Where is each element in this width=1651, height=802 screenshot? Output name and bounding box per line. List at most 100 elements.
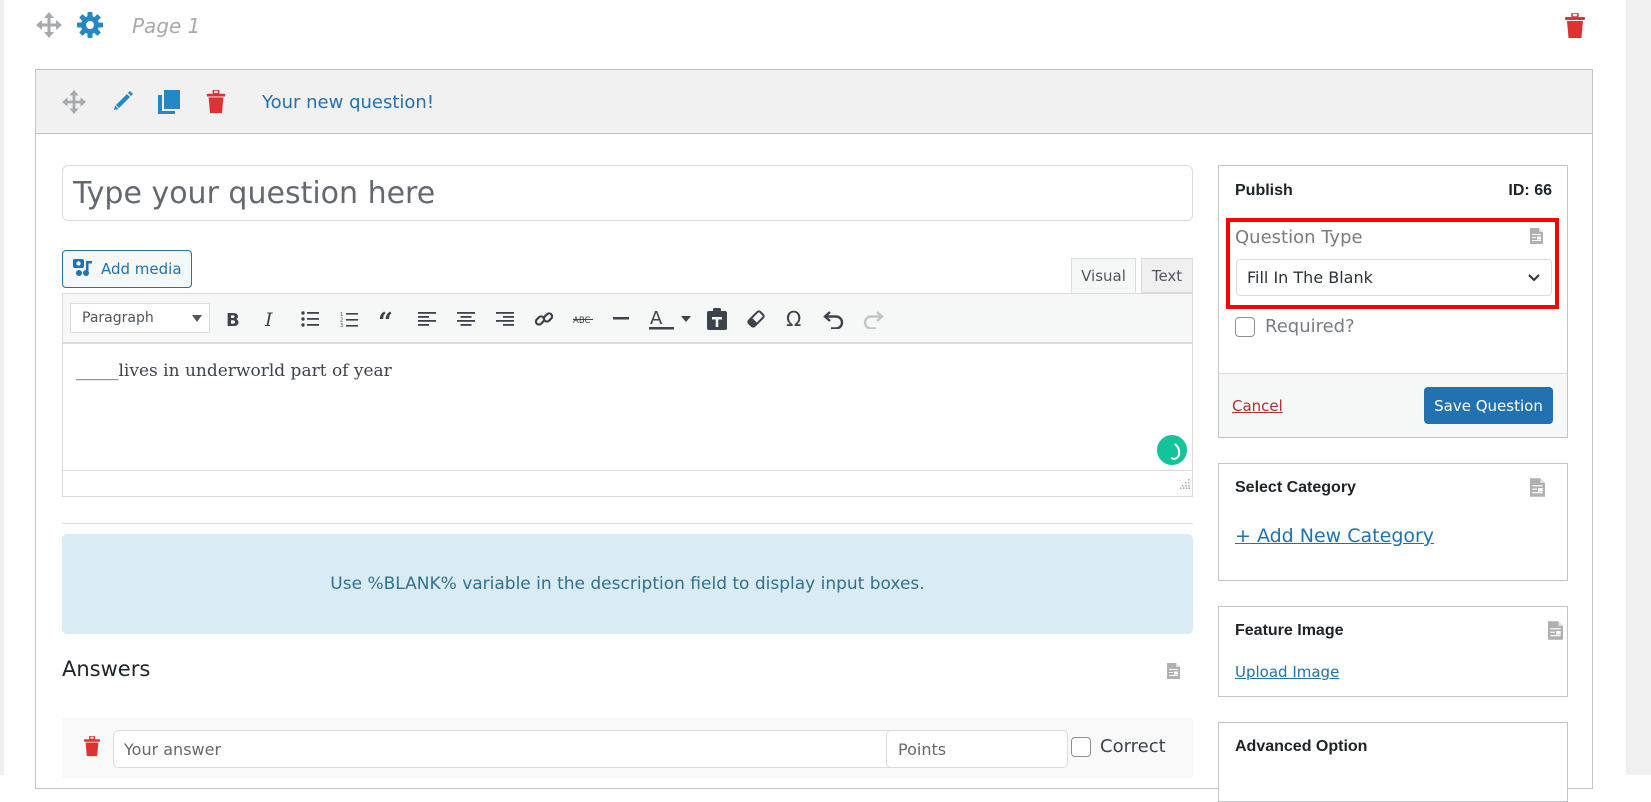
- text-color-button[interactable]: A: [647, 306, 677, 332]
- media-icon: [73, 257, 93, 281]
- text-color-dropdown[interactable]: [677, 306, 695, 332]
- edit-pencil-icon[interactable]: [112, 90, 134, 116]
- cancel-link[interactable]: Cancel: [1232, 397, 1283, 415]
- bulleted-list-icon: [301, 311, 319, 327]
- delete-question-icon[interactable]: [206, 89, 226, 118]
- page-header: Page 1: [36, 8, 1596, 44]
- right-panel: [1626, 0, 1651, 775]
- document-icon[interactable]: [1167, 663, 1180, 683]
- undo-icon: [823, 311, 844, 329]
- paste-as-text-button[interactable]: [703, 306, 731, 332]
- svg-text:3: 3: [340, 323, 343, 327]
- eraser-icon: [747, 310, 765, 328]
- question-id: ID: 66: [1508, 182, 1552, 199]
- clipboard-text-icon: [707, 308, 727, 330]
- align-left-button[interactable]: [413, 306, 441, 332]
- duplicate-icon[interactable]: [158, 90, 180, 118]
- advanced-option-title: Advanced Option: [1235, 738, 1368, 755]
- document-icon[interactable]: [1530, 228, 1543, 248]
- move-question-icon[interactable]: [62, 90, 86, 118]
- redo-button[interactable]: [859, 306, 887, 332]
- clear-formatting-button[interactable]: [742, 306, 770, 332]
- svg-text:I: I: [264, 310, 273, 328]
- advanced-option-box: Advanced Option: [1218, 722, 1568, 802]
- upload-image-link[interactable]: Upload Image: [1235, 663, 1339, 681]
- points-input[interactable]: [886, 730, 1068, 768]
- editor-toolbar: Paragraph B I 123 “ ABC A Ω: [62, 293, 1193, 344]
- caret-down-icon: [192, 315, 202, 322]
- document-icon[interactable]: [1548, 621, 1563, 644]
- feature-image-box: Feature Image Upload Image: [1218, 606, 1568, 697]
- resize-handle-icon[interactable]: [1180, 474, 1190, 493]
- caret-down-icon: [681, 316, 691, 322]
- required-option[interactable]: Required?: [1235, 316, 1355, 337]
- question-title-input[interactable]: [62, 165, 1193, 221]
- align-left-icon: [418, 312, 436, 326]
- add-media-label: Add media: [101, 260, 182, 278]
- move-page-icon[interactable]: [36, 12, 62, 42]
- blockquote-icon: “: [378, 311, 393, 327]
- question-type-select[interactable]: Fill In The Blank: [1236, 259, 1552, 296]
- add-media-button[interactable]: Add media: [62, 250, 192, 288]
- document-icon[interactable]: [1530, 478, 1545, 501]
- text-color-icon: A: [649, 308, 674, 330]
- correct-option[interactable]: Correct: [1071, 736, 1166, 757]
- horizontal-line-icon: [613, 317, 629, 320]
- horizontal-line-button[interactable]: [608, 306, 636, 332]
- tab-visual[interactable]: Visual: [1071, 258, 1136, 293]
- answer-row: Correct: [62, 718, 1193, 778]
- gear-icon[interactable]: [76, 11, 104, 43]
- align-right-button[interactable]: [491, 306, 519, 332]
- correct-checkbox[interactable]: [1071, 736, 1091, 757]
- align-center-icon: [457, 312, 475, 326]
- question-type-label: Question Type: [1235, 227, 1363, 248]
- bold-icon: B: [226, 310, 240, 328]
- editor-body[interactable]: _____lives in underworld part of year: [62, 344, 1193, 470]
- link-icon: [534, 312, 554, 326]
- correct-label: Correct: [1100, 736, 1166, 757]
- redo-icon: [863, 311, 884, 329]
- blockquote-button[interactable]: “: [374, 306, 402, 332]
- left-gutter: [0, 0, 4, 775]
- feature-image-title: Feature Image: [1235, 622, 1344, 639]
- question-type-value: Fill In The Blank: [1247, 268, 1373, 287]
- description-text[interactable]: _____lives in underworld part of year: [76, 361, 392, 381]
- svg-text:Ω: Ω: [786, 309, 801, 329]
- answer-input[interactable]: [113, 730, 942, 768]
- category-title: Select Category: [1235, 479, 1356, 496]
- undo-button[interactable]: [820, 306, 848, 332]
- editor-statusbar: [62, 470, 1193, 497]
- save-question-button[interactable]: Save Question: [1424, 387, 1553, 424]
- section-divider: [62, 523, 1193, 524]
- grammarly-icon[interactable]: [1157, 435, 1187, 465]
- delete-page-icon[interactable]: [1565, 12, 1585, 43]
- bold-button[interactable]: B: [219, 306, 247, 332]
- align-center-button[interactable]: [452, 306, 480, 332]
- link-button[interactable]: [530, 306, 558, 332]
- format-select[interactable]: Paragraph: [70, 303, 210, 333]
- svg-text:A: A: [650, 308, 663, 329]
- numbered-list-icon: 123: [340, 312, 358, 327]
- delete-answer-icon[interactable]: [84, 735, 100, 761]
- omega-icon: Ω: [786, 309, 801, 329]
- question-bar-title[interactable]: Your new question!: [262, 92, 434, 113]
- page-title: Page 1: [132, 14, 201, 38]
- svg-text:ABC: ABC: [573, 316, 590, 325]
- italic-icon: I: [264, 310, 273, 328]
- numbered-list-button[interactable]: 123: [335, 306, 363, 332]
- bulleted-list-button[interactable]: [296, 306, 324, 332]
- special-character-button[interactable]: Ω: [781, 306, 809, 332]
- tab-text[interactable]: Text: [1141, 258, 1193, 293]
- required-label: Required?: [1265, 316, 1355, 337]
- category-box: Select Category + Add New Category: [1218, 463, 1568, 581]
- svg-text:B: B: [226, 310, 240, 328]
- chevron-down-icon: [1527, 269, 1541, 288]
- answers-heading: Answers: [62, 657, 151, 681]
- strikethrough-button[interactable]: ABC: [569, 306, 597, 332]
- format-select-value: Paragraph: [82, 310, 154, 326]
- add-new-category-link[interactable]: + Add New Category: [1235, 525, 1434, 547]
- publish-actions: Cancel Save Question: [1219, 373, 1567, 437]
- italic-button[interactable]: I: [257, 306, 285, 332]
- question-bar: Your new question!: [36, 70, 1592, 134]
- required-checkbox[interactable]: [1235, 316, 1255, 337]
